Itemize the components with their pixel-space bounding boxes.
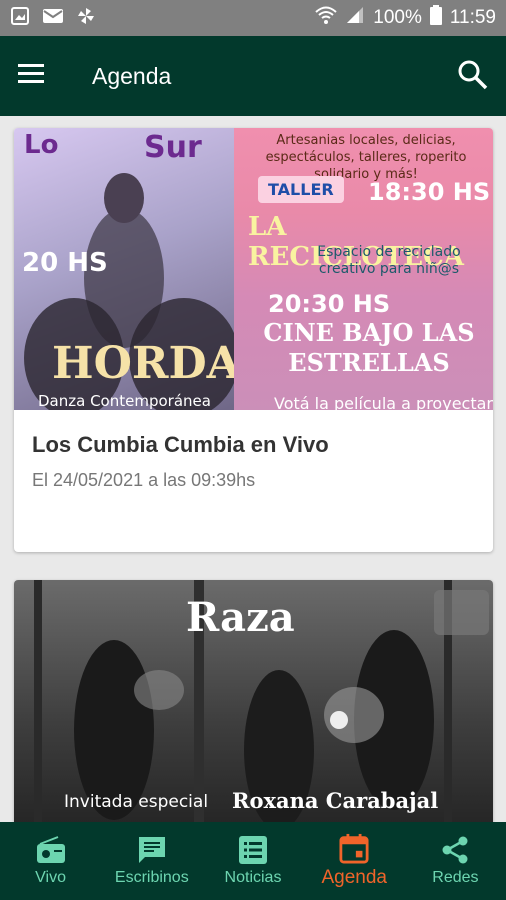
image-notification-icon <box>10 6 30 31</box>
poster-time-2: 20:30 HS <box>268 290 391 318</box>
poster-danza-text: Danza Contemporánea <box>38 392 211 410</box>
nav-label-vivo: Vivo <box>35 869 67 886</box>
nav-label-escribinos: Escribinos <box>114 869 189 886</box>
event-card[interactable]: Raza Invitada especial Roxana Carabajal <box>14 580 493 822</box>
menu-icon[interactable] <box>18 63 46 90</box>
radio-icon <box>36 835 66 865</box>
event-card-body: Los Cumbia Cumbia en Vivo El 24/05/2021 … <box>14 410 493 552</box>
poster-band-name: Raza <box>186 594 295 641</box>
nav-label-agenda: Agenda <box>321 867 387 888</box>
agenda-list[interactable]: Lo Sur 20 HS HORDA Danza Contemporánea A… <box>0 116 506 822</box>
event-title: Los Cumbia Cumbia en Vivo <box>32 432 329 457</box>
nav-item-agenda[interactable]: Agenda <box>304 822 405 900</box>
poster-guest-name: Roxana Carabajal <box>232 788 439 813</box>
poster-pink-panel: Artesanias locales, delicias, espectácul… <box>234 128 493 410</box>
page-title: Agenda <box>92 62 172 89</box>
wifi-icon <box>315 5 337 31</box>
nav-label-redes: Redes <box>432 869 479 886</box>
app-bar: Agenda <box>0 36 506 116</box>
battery-icon <box>429 5 442 31</box>
message-icon <box>137 835 167 865</box>
status-right: 100% 11:59 <box>315 5 496 31</box>
event-poster-image: Raza Invitada especial Roxana Carabajal <box>14 580 493 822</box>
bottom-navigation: Vivo Escribinos Noticias Agenda Redes <box>0 822 506 900</box>
poster-top-left-text: Lo <box>24 130 59 160</box>
list-icon <box>238 835 268 865</box>
event-card[interactable]: Lo Sur 20 HS HORDA Danza Contemporánea A… <box>14 128 493 552</box>
mail-notification-icon <box>42 6 64 31</box>
status-left <box>10 6 96 31</box>
nav-item-vivo[interactable]: Vivo <box>0 822 101 900</box>
poster-cine-title: CINE BAJO LAS ESTRELLAS <box>263 318 475 377</box>
poster-guest-label: Invitada especial <box>64 792 209 812</box>
battery-percent: 100% <box>373 7 422 28</box>
event-date: El 24/05/2021 a las 09:39hs <box>32 470 256 490</box>
share-icon <box>440 835 470 865</box>
clock: 11:59 <box>449 7 496 28</box>
poster-vota-text: Votá la película a proyectar <box>274 394 493 410</box>
nav-item-noticias[interactable]: Noticias <box>202 822 303 900</box>
nav-item-escribinos[interactable]: Escribinos <box>101 822 202 900</box>
status-bar: 100% 11:59 <box>0 0 506 36</box>
search-icon[interactable] <box>456 58 488 95</box>
pinwheel-notification-icon <box>76 6 96 31</box>
poster-horda-text: HORDA <box>52 338 234 389</box>
poster-left-time: 20 HS <box>22 248 108 278</box>
signal-icon <box>345 5 365 31</box>
nav-item-redes[interactable]: Redes <box>405 822 506 900</box>
nav-label-noticias: Noticias <box>224 869 282 886</box>
poster-taller-tag: TALLER <box>258 176 344 203</box>
poster-photo-panel: Lo Sur 20 HS HORDA Danza Contemporánea <box>14 128 234 410</box>
calendar-icon <box>339 833 369 864</box>
event-poster-image: Lo Sur 20 HS HORDA Danza Contemporánea A… <box>14 128 493 410</box>
poster-recicloteca-sub: Espacio de reciclado creativo para niñ@s <box>317 244 461 277</box>
poster-time-1: 18:30 HS <box>368 178 491 206</box>
